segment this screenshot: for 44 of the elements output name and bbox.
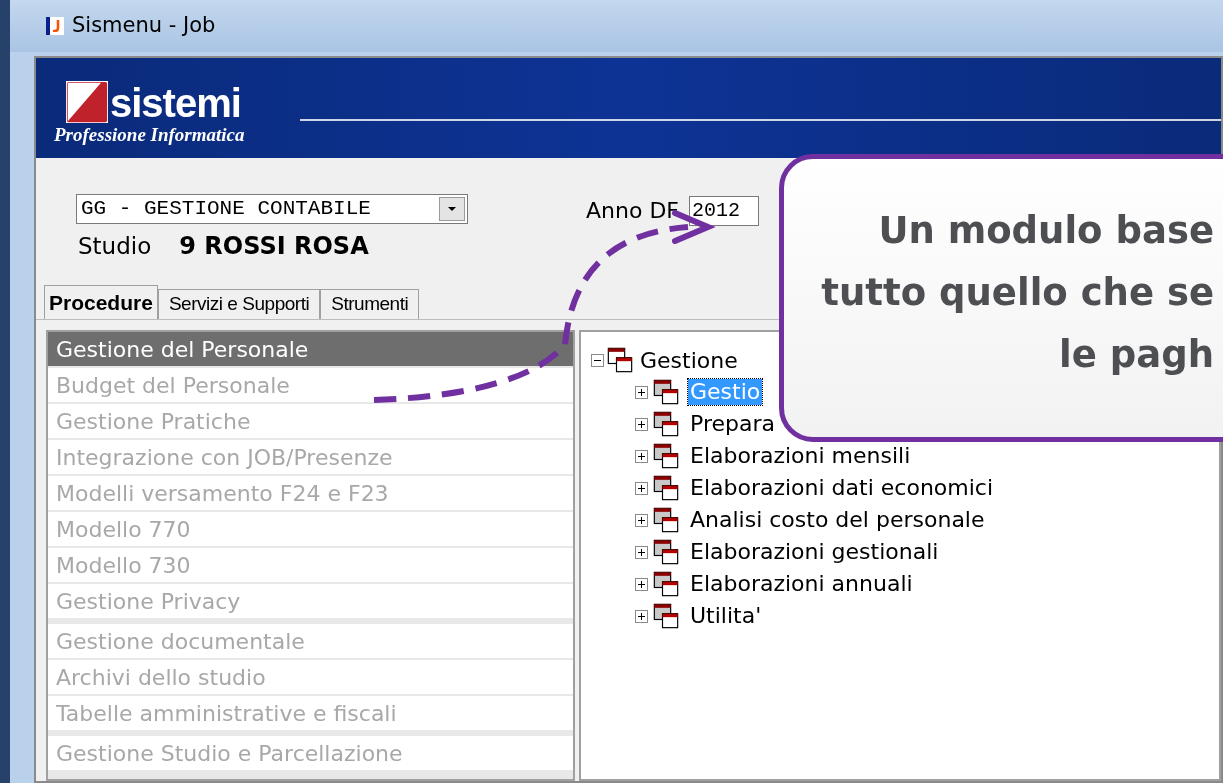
callout-text: Un modulo base [878, 208, 1214, 254]
tree-node-label[interactable]: Gestione [640, 343, 738, 377]
window-title: Sismenu - Job [72, 12, 216, 40]
tree-node-label[interactable]: Elaborazioni annuali [688, 571, 915, 597]
expand-toggle[interactable] [635, 481, 648, 495]
tab[interactable]: Servizi e Supporti [157, 289, 321, 319]
logo-text: sistemi [110, 83, 241, 123]
expand-toggle[interactable] [635, 545, 648, 559]
tree-node-label[interactable]: Utilita' [688, 603, 764, 629]
tree-node-label[interactable]: Prepara [688, 411, 777, 437]
studio-label: Studio [78, 231, 152, 261]
tree-node-label[interactable]: Elaborazioni gestionali [688, 539, 941, 565]
year-label: Anno DF [586, 197, 679, 225]
folder-windows-icon [652, 474, 680, 502]
logo-tagline: Professione Informatica [54, 125, 245, 144]
expand-toggle[interactable] [635, 385, 648, 399]
year-field[interactable]: 2012 [689, 195, 759, 226]
expand-toggle[interactable] [635, 609, 648, 623]
collapse-toggle[interactable] [591, 353, 604, 367]
folder-windows-icon [652, 602, 680, 630]
expand-toggle[interactable] [635, 449, 648, 463]
procedure-item[interactable]: Gestione del Personale [48, 332, 573, 366]
callout-text: tutto quello che se [821, 270, 1214, 316]
logo-mark [66, 81, 108, 123]
expand-toggle[interactable] [635, 417, 648, 431]
tree-node-label[interactable]: Elaborazioni dati economici [688, 475, 996, 501]
tab[interactable]: Procedure [44, 285, 158, 319]
dropdown-button[interactable] [439, 197, 465, 221]
folder-windows-icon [652, 410, 680, 438]
folder-windows-icon [652, 378, 680, 406]
studio-value: 9 ROSSI ROSA [179, 231, 369, 262]
windows-icon [606, 346, 634, 374]
folder-windows-icon [652, 538, 680, 566]
tab[interactable]: Strumenti [320, 289, 420, 319]
tree-node-label[interactable]: Analisi costo del personale [688, 507, 987, 533]
callout-text: le pagh [1059, 332, 1214, 378]
app-icon [46, 17, 64, 35]
folder-windows-icon [652, 442, 680, 470]
folder-windows-icon [652, 506, 680, 534]
module-select[interactable]: GG - GESTIONE CONTABILE [76, 194, 468, 224]
expand-toggle[interactable] [635, 577, 648, 591]
tree-node-label[interactable]: Elaborazioni mensili [688, 443, 913, 469]
folder-windows-icon [652, 570, 680, 598]
expand-toggle[interactable] [635, 513, 648, 527]
